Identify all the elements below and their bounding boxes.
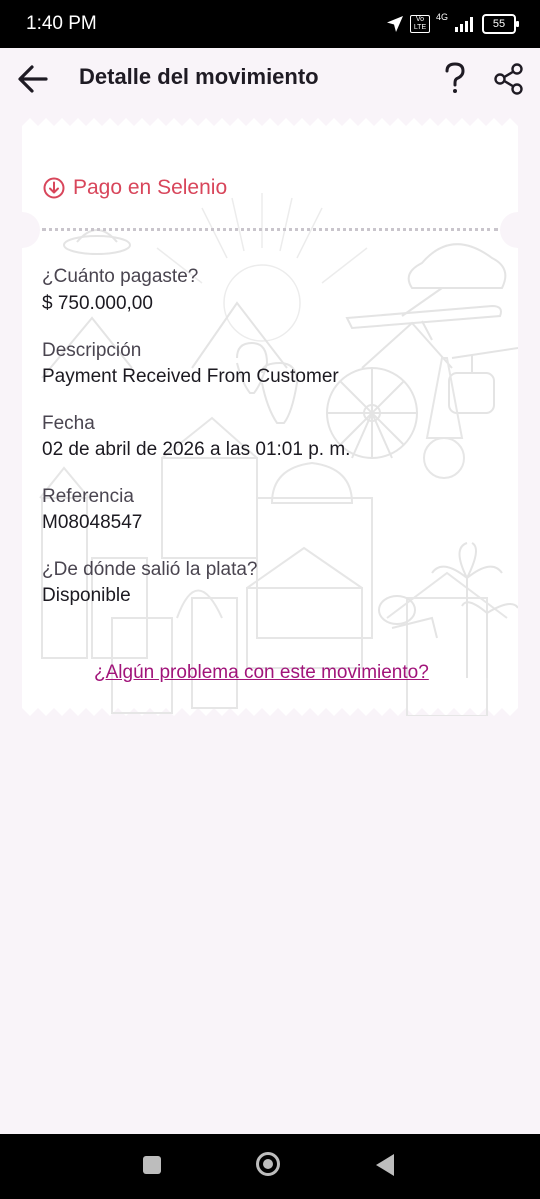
- volte-badge: Vo LTE: [409, 15, 430, 33]
- app-header: Detalle del movimiento: [0, 48, 540, 110]
- dotted-divider: [42, 228, 498, 231]
- status-time: 1:40 PM: [26, 13, 97, 34]
- source-value: Disponible: [42, 585, 131, 606]
- help-icon: [445, 62, 465, 93]
- network-label: 4G: [435, 12, 448, 22]
- reference-value: M08048547: [42, 512, 143, 533]
- recent-apps-button[interactable]: [143, 1156, 161, 1174]
- report-problem-link[interactable]: ¿Algún problema con este movimiento?: [94, 662, 429, 684]
- date-label: Fecha: [42, 413, 95, 434]
- share-button[interactable]: [492, 62, 526, 96]
- location-arrow-icon: [386, 16, 403, 32]
- share-icon: [494, 63, 523, 95]
- battery-icon: 55: [482, 14, 519, 34]
- ticket-notch-right: [500, 212, 536, 248]
- home-button[interactable]: [256, 1152, 280, 1176]
- ticket-notch-left: [4, 212, 40, 248]
- arrow-down-circle-icon: [43, 177, 65, 199]
- date-value: 02 de abril de 2026 a las 01:01 p. m.: [42, 439, 351, 460]
- amount-label: ¿Cuánto pagaste?: [42, 266, 199, 287]
- page-title: Detalle del movimiento: [79, 64, 319, 89]
- back-arrow-icon: [18, 65, 48, 93]
- system-navigation-bar: [0, 1134, 540, 1199]
- signal-icon: [455, 17, 473, 32]
- movement-type: Pago en Selenio: [43, 176, 227, 200]
- description-value: Payment Received From Customer: [42, 366, 339, 387]
- city-illustration-background: [22, 118, 518, 716]
- reference-label: Referencia: [42, 486, 134, 507]
- status-bar: 1:40 PM Vo LTE 4G 55: [0, 0, 540, 48]
- back-button[interactable]: [16, 62, 52, 96]
- help-button[interactable]: [440, 60, 470, 96]
- source-label: ¿De dónde salió la plata?: [42, 559, 258, 580]
- movement-ticket: Pago en Selenio ¿Cuánto pagaste? $ 750.0…: [4, 118, 536, 716]
- movement-type-label: Pago en Selenio: [73, 176, 228, 199]
- system-back-button[interactable]: [376, 1154, 394, 1176]
- status-icons: Vo LTE 4G 55: [386, 12, 519, 36]
- battery-level: 55: [492, 18, 506, 30]
- description-label: Descripción: [42, 340, 142, 361]
- amount-value: $ 750.000,00: [42, 293, 153, 314]
